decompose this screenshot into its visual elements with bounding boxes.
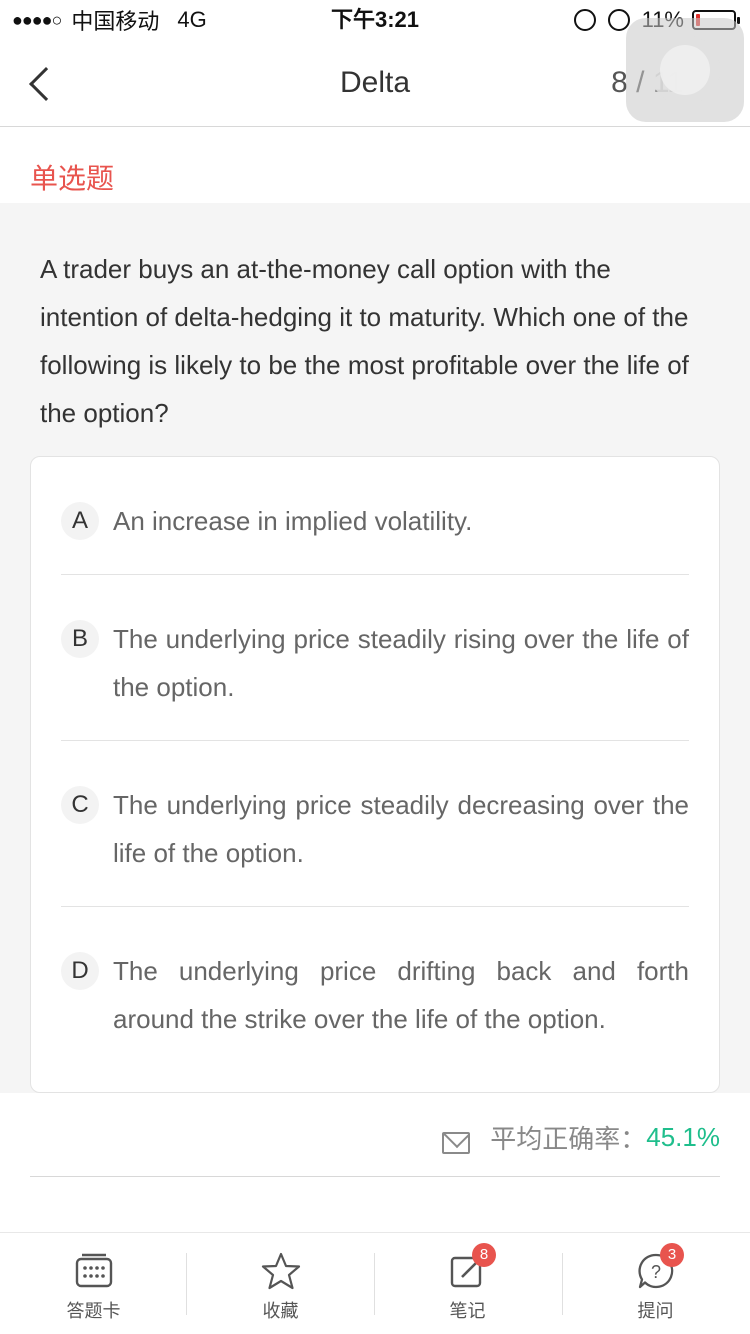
option-text: The underlying price steadily rising ove… xyxy=(113,624,689,702)
tab-favorites[interactable]: 收藏 xyxy=(187,1233,374,1334)
question-text: A trader buys an at-the-money call optio… xyxy=(40,254,689,428)
tab-answer-card[interactable]: 答题卡 xyxy=(0,1233,187,1334)
option-text: The underlying price steadily decreasing… xyxy=(113,790,689,868)
accuracy-label: 平均正确率： xyxy=(490,1124,647,1154)
option-text: The underlying price drifting back and f… xyxy=(113,956,689,1034)
tab-questions[interactable]: ? 3 提问 xyxy=(562,1233,749,1334)
option-letter: B xyxy=(61,620,99,658)
accuracy-stat: 平均正确率： 45.1% xyxy=(442,1119,720,1156)
tab-label: 提问 xyxy=(637,1301,674,1321)
option-letter: A xyxy=(61,502,99,540)
bottom-tab-bar: 答题卡 收藏 8 笔记 ? 3 提问 xyxy=(0,1232,750,1334)
stats-divider xyxy=(30,1176,720,1177)
tab-label: 收藏 xyxy=(262,1301,299,1321)
tab-label: 答题卡 xyxy=(66,1301,121,1321)
option-text: An increase in implied volatility. xyxy=(113,506,473,536)
option-divider xyxy=(61,740,689,741)
tab-notes[interactable]: 8 笔记 xyxy=(374,1233,561,1334)
option-letter: C xyxy=(61,786,99,824)
svg-text:?: ? xyxy=(651,1262,661,1282)
alarm-icon xyxy=(607,9,630,31)
questions-badge: 3 xyxy=(660,1243,684,1267)
question-content: A trader buys an at-the-money call optio… xyxy=(0,203,750,1093)
notes-badge: 8 xyxy=(472,1243,496,1267)
question-type-label: 单选题 xyxy=(30,163,115,194)
option-divider xyxy=(61,906,689,907)
mail-icon[interactable] xyxy=(442,1131,471,1154)
option-divider xyxy=(61,574,689,575)
question-type-bar: 单选题 xyxy=(0,143,750,203)
accuracy-value: 45.1% xyxy=(646,1122,720,1152)
answer-card-icon xyxy=(75,1253,113,1288)
tab-label: 笔记 xyxy=(449,1301,486,1321)
option-letter: D xyxy=(61,952,99,990)
star-icon xyxy=(261,1252,301,1290)
rotation-lock-icon xyxy=(573,9,596,31)
assistive-touch-button[interactable] xyxy=(626,18,744,122)
stats-bar: 平均正确率： 45.1% xyxy=(0,1093,750,1177)
options-card: A An increase in implied volatility. B T… xyxy=(30,456,720,1093)
